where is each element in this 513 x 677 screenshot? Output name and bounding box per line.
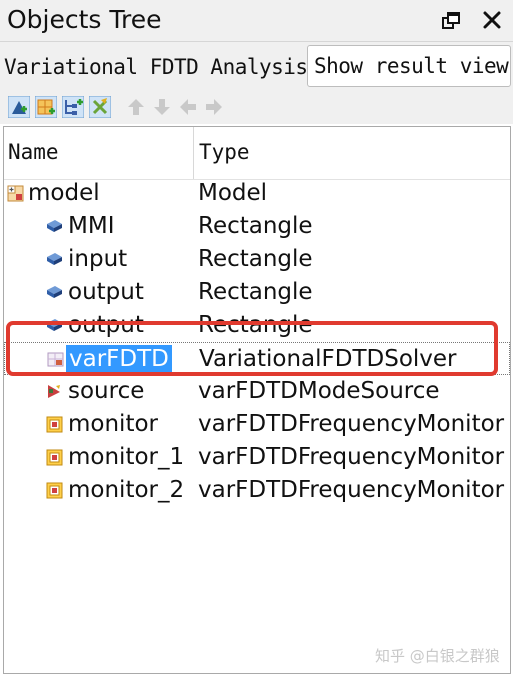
tree-row[interactable]: output Rectangle: [4, 309, 510, 342]
tree-row[interactable]: monitor_1 varFDTDFrequencyMonitor: [4, 441, 510, 474]
tree-row-type: varFDTDFrequencyMonitor: [198, 411, 505, 437]
show-result-view-button[interactable]: Show result view: [307, 45, 511, 87]
tree-row-name: output: [68, 279, 144, 305]
rectangle-icon: [46, 218, 63, 235]
model-folder-icon: [7, 185, 24, 202]
solver-icon: [47, 351, 64, 368]
tree-row-type: Model: [198, 180, 268, 206]
watermark: 知乎 @白银之群狼: [375, 647, 500, 665]
tree-row[interactable]: MMI Rectangle: [4, 210, 510, 243]
tree-row-name: varFDTD: [66, 345, 172, 373]
tree-row-name: source: [68, 378, 145, 404]
tree-row[interactable]: varFDTD VariationalFDTDSolver: [4, 342, 510, 375]
panel-title: Objects Tree: [7, 5, 162, 34]
objects-tree-panel: Objects Tree Variational FDTD Analysis S…: [0, 0, 513, 677]
tree-row-name: monitor: [68, 411, 158, 437]
tree-row[interactable]: model Model: [4, 177, 510, 210]
rectangle-icon: [46, 251, 63, 268]
tree-row-type: Rectangle: [198, 312, 313, 338]
arrow-right-icon[interactable]: [203, 96, 225, 118]
toolbar: [0, 92, 513, 124]
tree-row[interactable]: output Rectangle: [4, 276, 510, 309]
tree-row-type: varFDTDModeSource: [198, 378, 440, 404]
delete-cross-icon[interactable]: [89, 96, 111, 118]
tree-row[interactable]: input Rectangle: [4, 243, 510, 276]
source-icon: [46, 383, 63, 400]
title-bar: Objects Tree: [0, 0, 513, 42]
analysis-label: Variational FDTD Analysis: [4, 55, 308, 79]
tree-row-type: Rectangle: [198, 279, 313, 305]
tree-row-type: varFDTDFrequencyMonitor: [198, 444, 505, 470]
tree-row[interactable]: source varFDTDModeSource: [4, 375, 510, 408]
rectangle-icon: [46, 284, 63, 301]
add-object-icon[interactable]: [8, 96, 30, 118]
tree-row-type: Rectangle: [198, 246, 313, 272]
column-divider[interactable]: [193, 127, 194, 179]
column-header-type[interactable]: Type: [199, 140, 250, 164]
tree-row[interactable]: monitor varFDTDFrequencyMonitor: [4, 408, 510, 441]
float-window-icon[interactable]: [441, 11, 461, 31]
tree-row-name: input: [68, 246, 128, 272]
tree-row-name: output: [68, 312, 144, 338]
tree-row-name: MMI: [68, 213, 115, 239]
arrow-up-icon[interactable]: [125, 96, 147, 118]
column-header-name[interactable]: Name: [8, 140, 59, 164]
rectangle-icon: [46, 317, 63, 334]
monitor-icon: [46, 482, 63, 499]
add-grid-icon[interactable]: [35, 96, 57, 118]
tree-row-name: monitor_2: [68, 477, 185, 503]
tree-row-name: monitor_1: [68, 444, 185, 470]
tree-row-type: Rectangle: [198, 213, 313, 239]
add-hierarchy-icon[interactable]: [62, 96, 84, 118]
tree-row[interactable]: monitor_2 varFDTDFrequencyMonitor: [4, 474, 510, 507]
arrow-down-icon[interactable]: [151, 96, 173, 118]
objects-tree: Name Type model Model MMI Rectangle input Rec…: [3, 126, 511, 674]
arrow-left-icon[interactable]: [177, 96, 199, 118]
close-icon[interactable]: [481, 9, 503, 31]
tree-header: Name Type: [4, 127, 510, 180]
analysis-row: Variational FDTD Analysis Show result vi…: [0, 42, 513, 92]
tree-row-type: VariationalFDTDSolver: [199, 346, 457, 372]
monitor-icon: [46, 416, 63, 433]
tree-row-type: varFDTDFrequencyMonitor: [198, 477, 505, 503]
tree-row-name: model: [28, 180, 100, 206]
monitor-icon: [46, 449, 63, 466]
